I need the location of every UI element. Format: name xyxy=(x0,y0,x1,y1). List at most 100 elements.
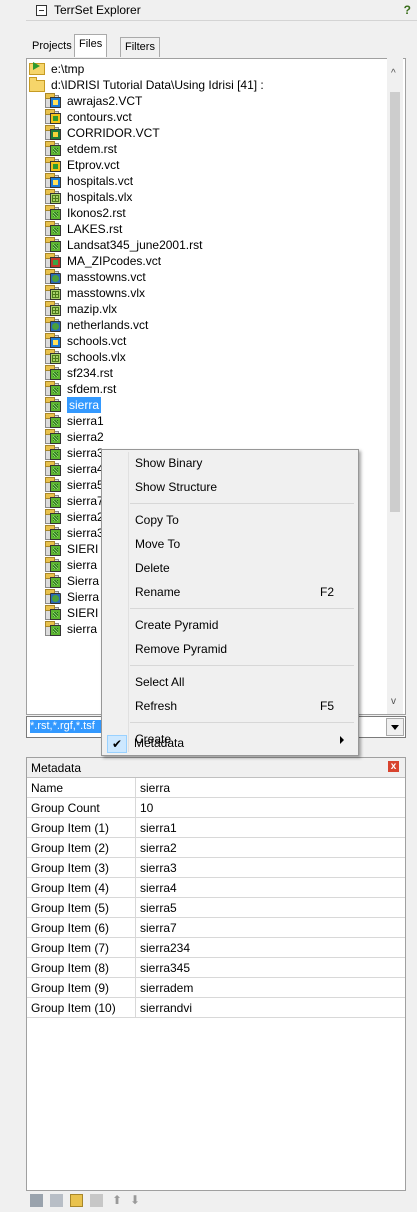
scroll-thumb[interactable] xyxy=(390,92,400,512)
menu-separator xyxy=(130,608,354,609)
metadata-value: sierra xyxy=(140,781,171,795)
file-name: Etprov.vct xyxy=(67,158,120,172)
file-name: sf234.rst xyxy=(67,366,114,380)
file-name: awrajas2.VCT xyxy=(67,94,143,108)
menu-delete[interactable]: Delete xyxy=(102,557,358,579)
scroll-up-icon[interactable]: ^ xyxy=(391,68,396,79)
file-name: sierra2 xyxy=(67,430,104,444)
file-vct-icon xyxy=(45,173,61,188)
title-bar: TerrSet Explorer ? xyxy=(26,0,417,21)
arrow-down-icon[interactable]: ⬇ xyxy=(130,1194,143,1207)
metadata-row[interactable]: Group Item (7) sierra234 xyxy=(27,938,405,958)
metadata-row[interactable]: Group Item (4) sierra4 xyxy=(27,878,405,898)
new-folder-icon[interactable] xyxy=(70,1194,83,1207)
menu-move-to[interactable]: Move To xyxy=(102,533,358,555)
menu-rename[interactable]: Rename F2 xyxy=(102,581,358,603)
file-name: etdem.rst xyxy=(67,142,118,156)
metadata-value: sierradem xyxy=(140,981,194,995)
metadata-row[interactable]: Name sierra xyxy=(27,778,405,798)
metadata-key: Group Item (7) xyxy=(31,941,110,955)
metadata-row[interactable]: Group Item (5) sierra5 xyxy=(27,898,405,918)
new-group-icon[interactable] xyxy=(30,1194,43,1207)
file-name: CORRIDOR.VCT xyxy=(67,126,160,140)
menu-show-binary[interactable]: Show Binary xyxy=(102,452,358,474)
metadata-panel: Metadata x Name sierra Group Count 10 Group … xyxy=(26,757,406,1191)
metadata-key: Group Item (8) xyxy=(31,961,110,975)
menu-copy-to[interactable]: Copy To xyxy=(102,509,358,531)
tab-projects[interactable]: Projects xyxy=(28,37,76,55)
metadata-row[interactable]: Group Item (8) sierra345 xyxy=(27,958,405,978)
menu-separator xyxy=(130,665,354,666)
file-rst-icon xyxy=(45,605,61,620)
file-yl-icon xyxy=(45,109,61,124)
file-vlx-icon xyxy=(45,301,61,316)
file-name: sierra xyxy=(67,397,102,413)
metadata-row[interactable]: Group Count 10 xyxy=(27,798,405,818)
file-rst-icon xyxy=(45,557,61,572)
metadata-row[interactable]: Group Item (6) sierra7 xyxy=(27,918,405,938)
file-name: schools.vlx xyxy=(67,350,126,364)
tree-scrollbar[interactable]: ^ v xyxy=(387,58,403,714)
chevron-down-icon[interactable] xyxy=(386,718,404,736)
file-name: contours.vct xyxy=(67,110,132,124)
metadata-value: sierra5 xyxy=(140,901,177,915)
file-name: sierra xyxy=(67,622,98,636)
file-name: SIERI xyxy=(67,606,99,620)
file-vlx-icon xyxy=(45,189,61,204)
metadata-row[interactable]: Group Item (9) sierradem xyxy=(27,978,405,998)
menu-create-pyramid[interactable]: Create Pyramid xyxy=(102,614,358,636)
new-file-icon[interactable] xyxy=(50,1194,63,1207)
collapse-icon[interactable] xyxy=(36,5,47,16)
bottom-toolbar: ⬆ ⬇ xyxy=(26,1190,404,1212)
arrow-up-icon[interactable]: ⬆ xyxy=(112,1194,125,1207)
metadata-value: sierra234 xyxy=(140,941,191,955)
metadata-header: Metadata x xyxy=(27,758,405,778)
help-icon[interactable]: ? xyxy=(404,3,411,17)
file-name: mazip.vlx xyxy=(67,302,118,316)
file-rst-icon xyxy=(45,141,61,156)
tab-files[interactable]: Files xyxy=(74,34,108,57)
menu-select-all[interactable]: Select All xyxy=(102,671,358,693)
file-rst-icon xyxy=(45,445,61,460)
file-name: sierra4 xyxy=(67,462,104,476)
delete-icon[interactable] xyxy=(90,1194,103,1207)
metadata-value: sierrandvi xyxy=(140,1001,193,1015)
file-name: masstowns.vct xyxy=(67,270,146,284)
file-name: Sierra xyxy=(67,590,100,604)
file-rst-icon xyxy=(45,525,61,540)
file-name: Ikonos2.rst xyxy=(67,206,126,220)
file-name: masstowns.vlx xyxy=(67,286,146,300)
menu-refresh[interactable]: Refresh F5 xyxy=(102,695,358,717)
metadata-key: Name xyxy=(31,781,64,795)
file-yl-icon xyxy=(45,157,61,172)
menu-show-structure[interactable]: Show Structure xyxy=(102,476,358,498)
file-rst-icon xyxy=(45,429,61,444)
metadata-row[interactable]: Group Item (2) sierra2 xyxy=(27,838,405,858)
file-rst-icon xyxy=(45,381,61,396)
metadata-key: Group Item (6) xyxy=(31,921,110,935)
metadata-value: sierra2 xyxy=(140,841,177,855)
file-name: sfdem.rst xyxy=(67,382,117,396)
window-title: TerrSet Explorer xyxy=(54,3,141,17)
open-folder-icon xyxy=(29,77,45,92)
file-name: Landsat345_june2001.rst xyxy=(67,238,203,252)
metadata-value: 10 xyxy=(140,801,154,815)
file-vct-icon xyxy=(45,93,61,108)
scroll-down-icon[interactable]: v xyxy=(391,696,396,707)
metadata-row[interactable]: Group Item (3) sierra3 xyxy=(27,858,405,878)
menu-metadata[interactable]: ✔ Metadata xyxy=(101,732,357,754)
metadata-value: sierra3 xyxy=(140,861,177,875)
menu-remove-pyramid[interactable]: Remove Pyramid xyxy=(102,638,358,660)
metadata-row[interactable]: Group Item (1) sierra1 xyxy=(27,818,405,838)
menu-separator xyxy=(130,722,354,723)
file-glob-icon xyxy=(45,317,61,332)
file-cor-icon xyxy=(45,125,61,140)
metadata-value: sierra7 xyxy=(140,921,177,935)
file-glob-icon xyxy=(45,589,61,604)
file-name: hospitals.vct xyxy=(67,174,134,188)
tab-filters[interactable]: Filters xyxy=(120,37,160,57)
file-red-icon xyxy=(45,253,61,268)
file-name: netherlands.vct xyxy=(67,318,149,332)
close-icon[interactable]: x xyxy=(388,761,399,772)
metadata-row[interactable]: Group Item (10) sierrandvi xyxy=(27,998,405,1018)
